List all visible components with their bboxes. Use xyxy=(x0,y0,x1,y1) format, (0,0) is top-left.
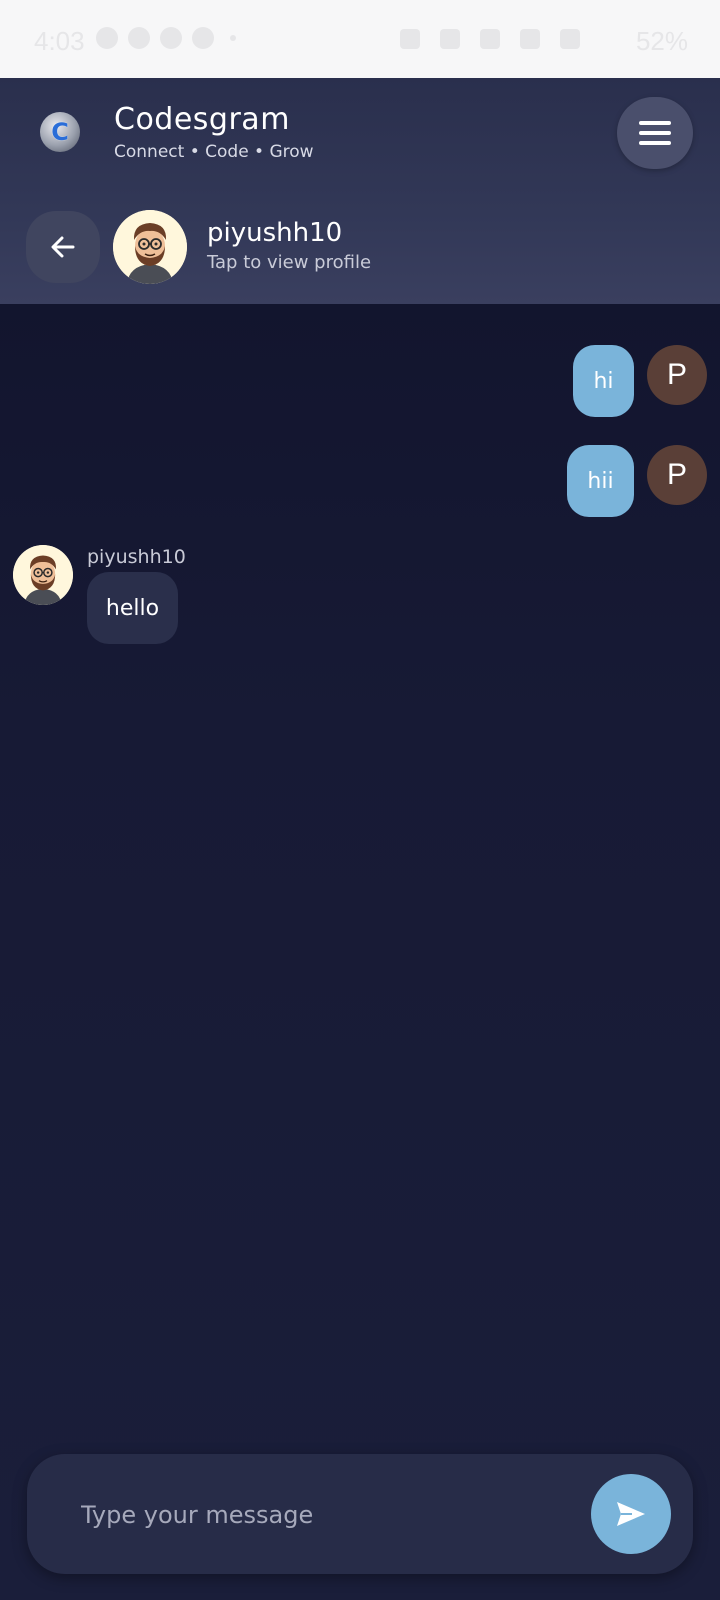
message-text: hello xyxy=(105,595,160,621)
message-bubble-outgoing[interactable]: hii xyxy=(567,445,634,517)
hamburger-icon xyxy=(639,121,671,125)
data-arrows-icon xyxy=(520,29,540,49)
status-bar: 4:03 52% xyxy=(0,0,720,78)
send-button[interactable] xyxy=(591,1474,671,1554)
app-logo: C xyxy=(40,112,80,152)
whatsapp-icon xyxy=(192,27,214,49)
bluetooth-icon xyxy=(440,29,460,49)
message-text: hii xyxy=(587,468,614,494)
message-bubble-outgoing[interactable]: hi xyxy=(573,345,634,417)
avatar-letter: P xyxy=(666,358,687,391)
more-notifications-dot-icon xyxy=(230,35,236,41)
hamburger-icon-line xyxy=(639,141,671,145)
snapchat-icon xyxy=(128,27,150,49)
status-time: 4:03 xyxy=(34,26,85,56)
signal-icon xyxy=(560,29,580,49)
system-icons xyxy=(400,29,580,49)
back-button[interactable] xyxy=(26,211,100,283)
notification-icons xyxy=(96,27,236,49)
hamburger-icon-line xyxy=(639,131,671,135)
incoming-sender-avatar[interactable] xyxy=(13,545,73,605)
snapchat-icon xyxy=(160,27,182,49)
message-sender-name: piyushh10 xyxy=(87,546,186,568)
snapchat-icon xyxy=(96,27,118,49)
avatar-letter: P xyxy=(666,458,687,491)
arrow-left-icon xyxy=(51,236,75,258)
alarm-icon xyxy=(400,29,420,49)
view-profile-hint[interactable]: Tap to view profile xyxy=(207,252,371,273)
message-text: hi xyxy=(593,368,614,394)
message-bubble-incoming[interactable]: hello xyxy=(87,572,178,644)
logo-letter: C xyxy=(51,118,69,146)
sender-avatar[interactable]: P xyxy=(647,345,707,405)
message-composer xyxy=(27,1454,693,1574)
bearded-man-avatar-icon xyxy=(113,210,187,284)
menu-button[interactable] xyxy=(617,97,693,169)
contact-name[interactable]: piyushh10 xyxy=(207,218,342,248)
message-input[interactable] xyxy=(79,1492,523,1538)
bearded-man-avatar-icon xyxy=(13,545,73,605)
contact-avatar[interactable] xyxy=(113,210,187,284)
app-header: C Codesgram Connect • Code • Grow piyush… xyxy=(0,78,720,304)
wifi-calling-icon xyxy=(480,29,500,49)
sender-avatar[interactable]: P xyxy=(647,445,707,505)
send-icon xyxy=(617,1502,645,1526)
battery-level: 52% xyxy=(635,26,688,56)
app-title: Codesgram xyxy=(114,102,290,137)
app-subtitle: Connect • Code • Grow xyxy=(114,142,314,162)
